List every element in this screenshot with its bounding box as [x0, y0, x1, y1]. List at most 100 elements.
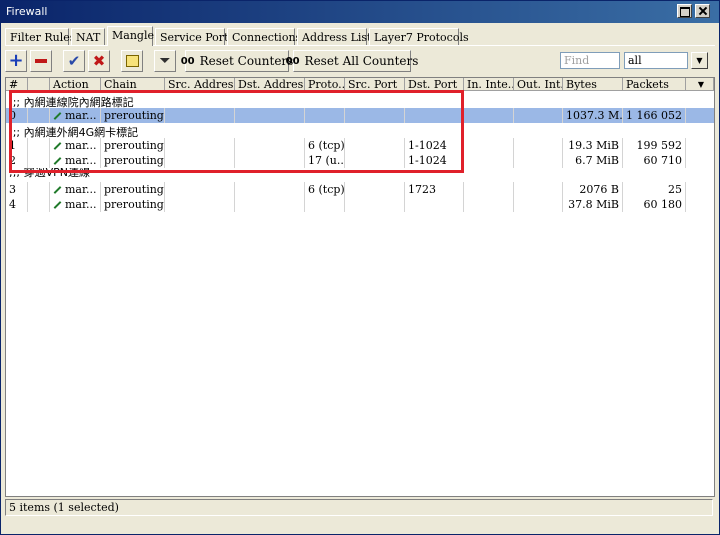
cell-number: 4	[6, 197, 28, 212]
x-icon: ✖	[92, 52, 106, 70]
tab-filter-rules[interactable]: Filter Rules	[5, 28, 75, 45]
cell-packets: 1 166 052	[623, 108, 686, 123]
cell-bytes: 19.3 MiB	[563, 138, 623, 153]
comment-button[interactable]	[121, 50, 143, 72]
cell-src-address	[165, 182, 235, 197]
reset-all-counters-button[interactable]: 00 Reset All Counters	[286, 50, 418, 72]
cell-in-interface	[464, 182, 514, 197]
cell-dst-port: 1-1024	[405, 153, 464, 168]
cell-src-port	[345, 138, 405, 153]
tab-address-lists[interactable]: Address Lists	[297, 28, 377, 45]
plus-icon: +	[8, 50, 24, 71]
rules-table[interactable]: # Action Chain Src. Address Dst. Address…	[5, 77, 715, 497]
pencil-icon	[53, 157, 62, 165]
cell-src-address	[165, 108, 235, 123]
col-bytes[interactable]: Bytes	[563, 78, 623, 91]
table-row[interactable]: 1 mar... prerouting 6 (tcp) 1-1024 19.3 …	[6, 138, 714, 153]
cell-action: mar...	[50, 197, 101, 212]
find-input[interactable]: Find	[560, 52, 620, 69]
cell-number: 1	[6, 138, 28, 153]
col-dst-port[interactable]: Dst. Port	[405, 78, 464, 91]
tab-layer7-protocols[interactable]: Layer7 Protocols	[369, 28, 469, 45]
table-row[interactable]: 0 mar... prerouting 1037.3 M... 1 166 05…	[6, 108, 714, 123]
col-in-interface[interactable]: In. Inte...	[464, 78, 514, 91]
cell-in-interface	[464, 108, 514, 123]
table-row[interactable]: 2 mar... prerouting 17 (u... 1-1024 6.7 …	[6, 153, 714, 168]
comment-row[interactable]: ;;; 內網連線院內網路標記	[6, 93, 714, 109]
cell-out-interface	[514, 182, 563, 197]
cell-protocol	[305, 197, 345, 212]
cell-protocol	[305, 108, 345, 123]
pencil-icon	[53, 186, 62, 194]
filter-icon: ⏷	[159, 53, 171, 69]
pencil-icon	[53, 142, 62, 150]
cell-dst-address	[235, 153, 305, 168]
comment-row[interactable]: ;;; 內網連外網4G網卡標記	[6, 123, 714, 139]
cell-flags	[28, 153, 50, 168]
tab-connections[interactable]: Connections	[227, 28, 301, 45]
maximize-button[interactable]	[677, 4, 692, 18]
cell-bytes: 6.7 MiB	[563, 153, 623, 168]
enable-button[interactable]: ✔	[63, 50, 85, 72]
cell-in-interface	[464, 153, 514, 168]
rule-comment: ;;; 穿過VPN連線	[9, 168, 91, 178]
cell-src-address	[165, 197, 235, 212]
counter-icon: 00	[285, 55, 300, 67]
add-button[interactable]: +	[5, 50, 27, 72]
col-action[interactable]: Action	[50, 78, 101, 91]
cell-dst-address	[235, 138, 305, 153]
comment-row[interactable]: ;;; 穿過VPN連線	[6, 168, 714, 178]
close-button[interactable]	[695, 4, 710, 18]
cell-chain: prerouting	[101, 138, 165, 153]
cell-out-interface	[514, 197, 563, 212]
col-protocol[interactable]: Proto...	[305, 78, 345, 91]
cell-number: 0	[6, 108, 28, 123]
table-row[interactable]: 4 mar... prerouting 37.8 MiB 60 180	[6, 197, 714, 212]
title-bar[interactable]: Firewall	[1, 1, 719, 23]
cell-dst-port	[405, 197, 464, 212]
cell-src-port	[345, 197, 405, 212]
note-icon	[125, 55, 139, 67]
filter-select[interactable]: all	[624, 52, 688, 69]
cell-bytes: 2076 B	[563, 182, 623, 197]
cell-number: 3	[6, 182, 28, 197]
col-src-port[interactable]: Src. Port	[345, 78, 405, 91]
cell-dst-port	[405, 108, 464, 123]
window-title: Firewall	[6, 5, 48, 18]
filter-dropdown-button[interactable]: ▼	[691, 52, 708, 69]
column-menu-button[interactable]: ▼	[686, 78, 714, 91]
col-dst-address[interactable]: Dst. Address	[235, 78, 305, 91]
col-flags[interactable]	[28, 78, 50, 91]
firewall-window: Firewall Filter Rules NAT Mangle Service…	[0, 0, 720, 535]
reset-counters-button[interactable]: 00 Reset Counters	[181, 50, 293, 72]
col-number[interactable]: #	[6, 78, 28, 91]
tab-mangle[interactable]: Mangle	[107, 26, 154, 46]
cell-bytes: 37.8 MiB	[563, 197, 623, 212]
cell-number: 2	[6, 153, 28, 168]
minus-icon	[35, 59, 47, 63]
col-packets[interactable]: Packets	[623, 78, 686, 91]
col-chain[interactable]: Chain	[101, 78, 165, 91]
cell-protocol: 17 (u...	[305, 153, 345, 168]
status-bar: 5 items (1 selected)	[5, 499, 713, 516]
cell-src-port	[345, 153, 405, 168]
cell-flags	[28, 108, 50, 123]
filter-button[interactable]: ⏷	[154, 50, 176, 72]
cell-dst-port: 1-1024	[405, 138, 464, 153]
table-row[interactable]: 3 mar... prerouting 6 (tcp) 1723 2076 B …	[6, 182, 714, 197]
col-src-address[interactable]: Src. Address	[165, 78, 235, 91]
cell-protocol: 6 (tcp)	[305, 138, 345, 153]
cell-out-interface	[514, 153, 563, 168]
cell-action: mar...	[50, 182, 101, 197]
remove-button[interactable]	[30, 50, 52, 72]
toolbar: + ✔ ✖ ⏷ 00 Reset Counters 00 Reset All C…	[5, 50, 715, 72]
cell-dst-address	[235, 108, 305, 123]
cell-action: mar...	[50, 153, 101, 168]
chevron-down-icon: ▼	[697, 80, 705, 89]
disable-button[interactable]: ✖	[88, 50, 110, 72]
col-out-interface[interactable]: Out. Int...	[514, 78, 563, 91]
tab-nat[interactable]: NAT	[71, 28, 105, 45]
tab-service-ports[interactable]: Service Ports	[155, 28, 234, 45]
cell-out-interface	[514, 108, 563, 123]
cell-src-address	[165, 138, 235, 153]
